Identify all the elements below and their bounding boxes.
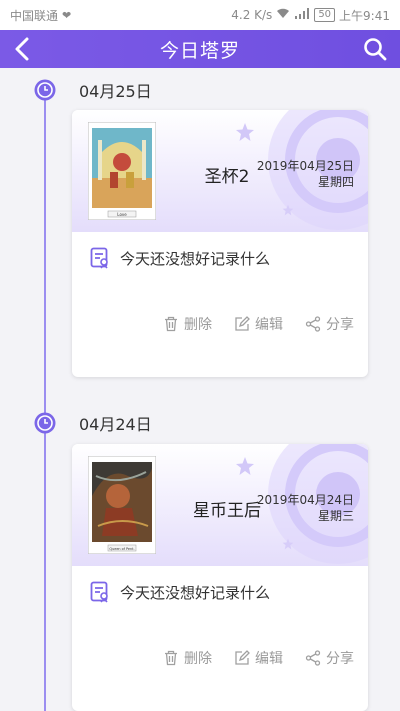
- app-header: 今日塔罗: [0, 30, 400, 68]
- clock-time: 上午9:41: [339, 8, 390, 23]
- card-header: Love 圣杯2 2019年04月25日 星期四: [72, 110, 368, 232]
- weekday: 星期四: [317, 175, 354, 189]
- edit-button[interactable]: 编辑: [234, 314, 283, 334]
- tarot-entry-card[interactable]: Love 圣杯2 2019年04月25日 星期四 今天还没想好记录什么 删除 编…: [72, 110, 368, 377]
- search-icon[interactable]: [362, 36, 388, 62]
- note-row[interactable]: 今天还没想好记录什么: [90, 581, 270, 603]
- card-date-block: 2019年04月25日 星期四: [257, 158, 354, 190]
- note-icon: [90, 581, 110, 603]
- card-actions: 删除 编辑 分享: [163, 314, 354, 334]
- share-label: 分享: [326, 651, 354, 667]
- entry-date: 04月25日: [79, 82, 152, 101]
- edit-icon: [235, 316, 250, 331]
- tarot-card-image[interactable]: Love: [88, 122, 156, 220]
- edit-icon: [235, 650, 250, 665]
- weekday: 星期三: [317, 509, 354, 523]
- carrier-label: 中国联通: [10, 8, 59, 23]
- status-bar: 中国联通 ❤ 4.2 K/s 50 上午9:41: [0, 0, 400, 30]
- share-icon: [305, 316, 321, 332]
- delete-button[interactable]: 删除: [163, 314, 212, 334]
- card-header: Queen of Pent. 星币王后 2019年04月24日 星期三: [72, 444, 368, 566]
- note-icon: [90, 247, 110, 269]
- share-label: 分享: [326, 317, 354, 333]
- network-speed: 4.2 K/s: [231, 8, 273, 22]
- note-text: 今天还没想好记录什么: [120, 583, 271, 602]
- card-body: 今天还没想好记录什么 删除 编辑 分享: [72, 232, 368, 377]
- edit-label: 编辑: [255, 651, 283, 667]
- wifi-icon: [276, 8, 290, 22]
- decorative-star-icon: [236, 123, 254, 141]
- tarot-card-image[interactable]: Queen of Pent.: [88, 456, 156, 554]
- back-arrow-icon[interactable]: [10, 36, 36, 62]
- decorative-star-icon: [282, 538, 294, 550]
- signal-icon: [294, 8, 310, 22]
- timeline-line: [44, 88, 46, 711]
- battery-icon: 50: [314, 8, 336, 22]
- share-icon: [305, 650, 321, 666]
- entry-date: 04月24日: [79, 415, 152, 434]
- delete-label: 删除: [184, 317, 212, 333]
- card-date-block: 2019年04月24日 星期三: [257, 492, 354, 524]
- note-row[interactable]: 今天还没想好记录什么: [90, 247, 270, 269]
- share-button[interactable]: 分享: [305, 648, 354, 668]
- full-date: 2019年04月25日: [256, 159, 354, 173]
- decorative-star-icon: [282, 204, 294, 216]
- edit-button[interactable]: 编辑: [234, 648, 283, 668]
- delete-button[interactable]: 删除: [163, 648, 212, 668]
- edit-label: 编辑: [255, 317, 283, 333]
- decorative-star-icon: [236, 457, 254, 475]
- page-title: 今日塔罗: [159, 39, 240, 62]
- heart-icon: ❤: [62, 8, 72, 22]
- note-text: 今天还没想好记录什么: [120, 249, 271, 268]
- timeline-date-row: 04月25日: [34, 78, 152, 102]
- tarot-card-caption: Queen of Pent.: [109, 547, 134, 551]
- delete-label: 删除: [184, 651, 212, 667]
- share-button[interactable]: 分享: [305, 314, 354, 334]
- card-actions: 删除 编辑 分享: [163, 648, 354, 668]
- trash-icon: [165, 650, 177, 666]
- clock-icon: [34, 412, 56, 434]
- full-date: 2019年04月24日: [256, 493, 354, 507]
- timeline-date-row: 04月24日: [34, 411, 152, 435]
- clock-icon: [34, 79, 56, 101]
- trash-icon: [165, 316, 177, 332]
- tarot-card-caption: Love: [117, 212, 127, 217]
- tarot-entry-card[interactable]: Queen of Pent. 星币王后 2019年04月24日 星期三 今天还没…: [72, 444, 368, 711]
- card-body: 今天还没想好记录什么 删除 编辑 分享: [72, 566, 368, 711]
